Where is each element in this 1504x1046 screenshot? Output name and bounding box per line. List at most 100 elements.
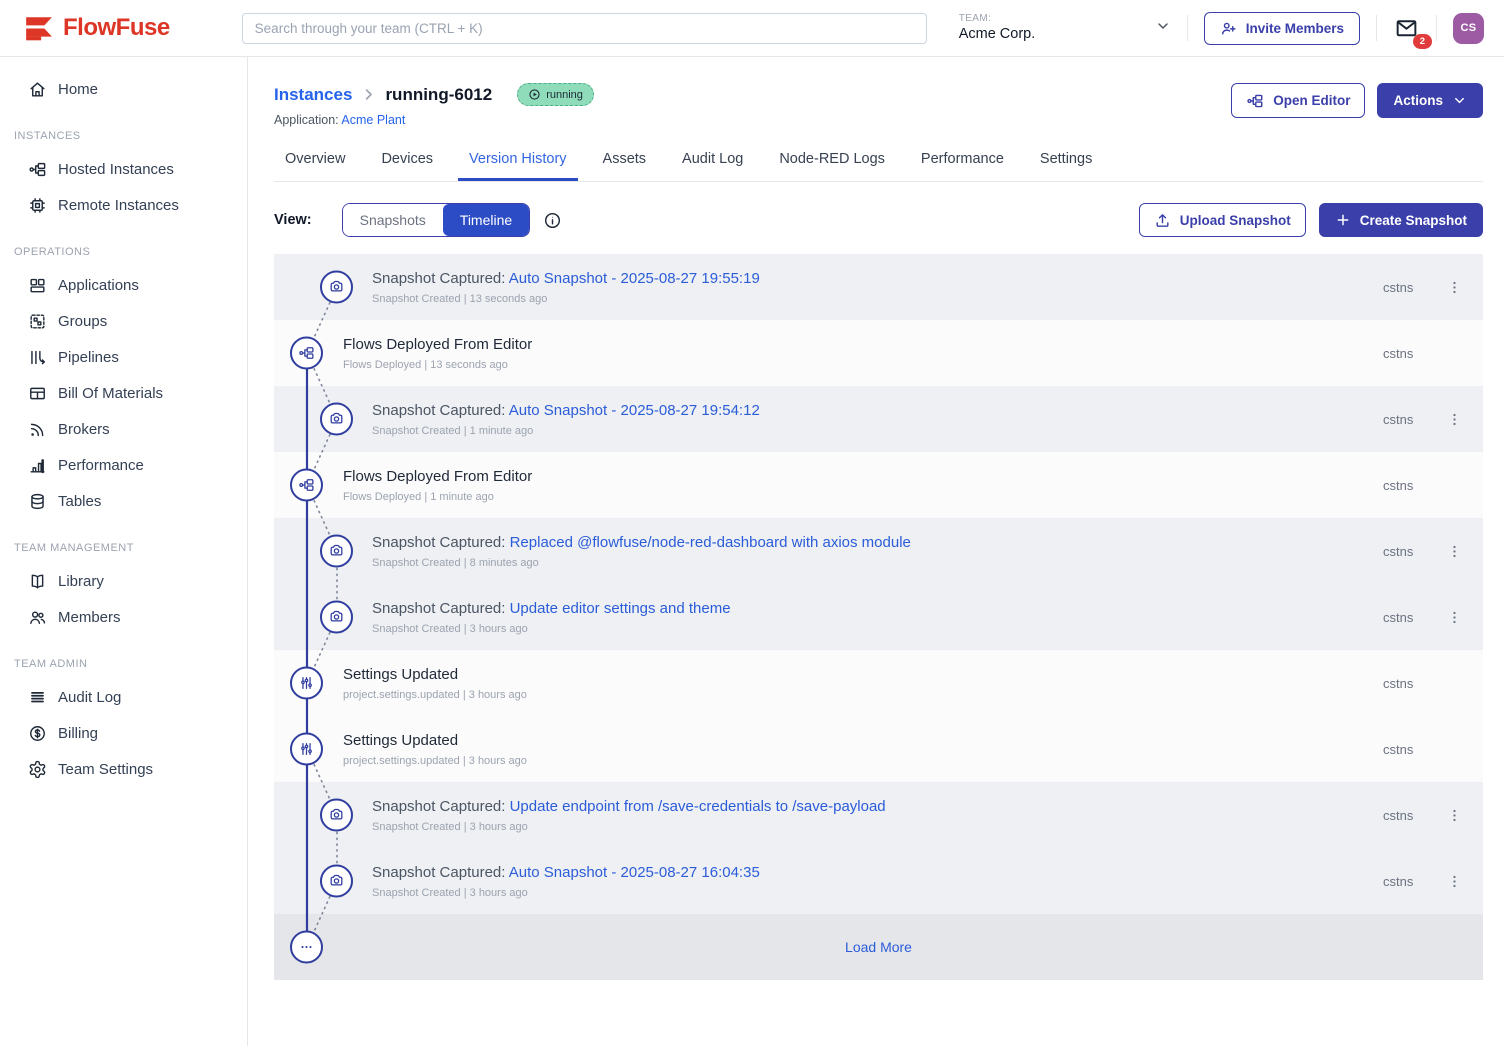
timeline-row: Snapshot Captured: Auto Snapshot - 2025-… [274,386,1483,452]
breadcrumb-instances-link[interactable]: Instances [274,85,352,105]
tab-audit-log[interactable]: Audit Log [671,142,754,181]
chip-icon [28,196,47,215]
snapshot-link[interactable]: Replaced @flowfuse/node-red-dashboard wi… [510,534,911,551]
tab-performance[interactable]: Performance [910,142,1015,181]
upload-snapshot-button[interactable]: Upload Snapshot [1139,203,1306,237]
event-meta: Flows Deployed | 1 minute ago [343,491,1383,503]
flow-icon [1246,92,1264,110]
sidebar-item-label: Pipelines [58,349,119,366]
pipelines-icon [28,348,47,367]
snapshot-link[interactable]: Auto Snapshot - 2025-08-27 16:04:35 [509,864,760,881]
brokers-icon [28,420,47,439]
snapshot-captured-label: Snapshot Captured: [372,864,509,881]
bom-icon [28,384,47,403]
sidebar-item-brokers[interactable]: Brokers [0,411,247,447]
sidebar: HomeINSTANCESHosted InstancesRemote Inst… [0,57,248,1046]
event-title: Flows Deployed From Editor [343,468,532,485]
actions-button[interactable]: Actions [1377,83,1483,118]
tab-assets[interactable]: Assets [592,142,658,181]
billing-icon [28,724,47,743]
chevron-right-icon [361,87,376,102]
event-title: Settings Updated [343,666,458,683]
load-more-link[interactable]: Load More [274,939,1483,955]
timeline-row: Snapshot Captured: Replaced @flowfuse/no… [274,518,1483,584]
sidebar-item-library[interactable]: Library [0,563,247,599]
tab-settings[interactable]: Settings [1029,142,1103,181]
row-menu-button[interactable] [1441,802,1467,828]
event-meta: Snapshot Created | 3 hours ago [372,887,1383,899]
application-link[interactable]: Acme Plant [341,113,405,127]
team-selector[interactable]: TEAM: Acme Corp. [959,13,1171,44]
sidebar-item-billing[interactable]: Billing [0,715,247,751]
snapshot-captured-label: Snapshot Captured: [372,270,509,287]
event-meta: Snapshot Created | 1 minute ago [372,425,1383,437]
user-avatar[interactable]: CS [1453,13,1484,44]
sidebar-section-operations: OPERATIONS [0,246,247,258]
notifications-button[interactable]: 2 [1393,16,1420,41]
tab-version-history[interactable]: Version History [458,142,578,181]
snapshot-link[interactable]: Update endpoint from /save-credentials t… [510,798,886,815]
search-input[interactable] [242,13,927,44]
sidebar-item-label: Groups [58,313,107,330]
apps-icon [28,276,47,295]
sidebar-item-remote-instances[interactable]: Remote Instances [0,187,247,223]
create-snapshot-button[interactable]: Create Snapshot [1319,203,1483,237]
info-icon[interactable] [543,211,562,230]
tab-node-red-logs[interactable]: Node-RED Logs [768,142,896,181]
camera-icon [320,271,353,304]
snapshot-link[interactable]: Auto Snapshot - 2025-08-27 19:54:12 [509,402,760,419]
page-title: running-6012 [385,85,492,105]
snapshot-link[interactable]: Auto Snapshot - 2025-08-27 19:55:19 [509,270,760,287]
settings-icon [28,760,47,779]
open-editor-button[interactable]: Open Editor [1231,83,1365,118]
load-more-row: Load More [274,914,1483,980]
toggle-snapshots[interactable]: Snapshots [343,204,443,236]
timeline-row: Snapshot Captured: Auto Snapshot - 2025-… [274,254,1483,320]
sidebar-item-label: Brokers [58,421,110,438]
row-menu-button[interactable] [1441,868,1467,894]
sidebar-item-audit-log[interactable]: Audit Log [0,679,247,715]
invite-members-button[interactable]: Invite Members [1204,12,1360,45]
sidebar-item-label: Tables [58,493,101,510]
snapshot-link[interactable]: Update editor settings and theme [510,600,731,617]
row-user: cstns [1383,544,1429,559]
row-user: cstns [1383,742,1429,757]
sidebar-item-bill-of-materials[interactable]: Bill Of Materials [0,375,247,411]
sidebar-item-pipelines[interactable]: Pipelines [0,339,247,375]
row-user: cstns [1383,280,1429,295]
sidebar-item-members[interactable]: Members [0,599,247,635]
application-label: Application: [274,113,339,127]
row-menu-button[interactable] [1441,604,1467,630]
breadcrumb: Instances running-6012 running [274,83,594,106]
sidebar-item-applications[interactable]: Applications [0,267,247,303]
sidebar-item-label: Home [58,81,98,98]
sidebar-item-tables[interactable]: Tables [0,483,247,519]
sidebar-section-team-admin: TEAM ADMIN [0,658,247,670]
timeline-row: Snapshot Captured: Update endpoint from … [274,782,1483,848]
flowfuse-logo[interactable]: FlowFuse [24,14,170,42]
invite-members-label: Invite Members [1246,21,1344,36]
sidebar-item-home[interactable]: Home [0,71,247,107]
sidebar-item-performance[interactable]: Performance [0,447,247,483]
groups-icon [28,312,47,331]
sidebar-item-label: Performance [58,457,144,474]
sidebar-item-label: Hosted Instances [58,161,174,178]
row-menu-button[interactable] [1441,538,1467,564]
toggle-timeline[interactable]: Timeline [443,204,529,236]
sidebar-item-team-settings[interactable]: Team Settings [0,751,247,787]
tab-overview[interactable]: Overview [274,142,356,181]
sidebar-item-groups[interactable]: Groups [0,303,247,339]
sidebar-item-label: Bill Of Materials [58,385,163,402]
deploy-flow-icon [290,337,323,370]
status-label: running [546,89,583,101]
auditlog-icon [28,688,47,707]
timeline-row: Settings Updatedproject.settings.updated… [274,716,1483,782]
row-menu-button[interactable] [1441,274,1467,300]
row-menu-button[interactable] [1441,406,1467,432]
sidebar-item-hosted-instances[interactable]: Hosted Instances [0,151,247,187]
brand-name: FlowFuse [63,14,170,42]
timeline-row: Snapshot Captured: Update editor setting… [274,584,1483,650]
tab-devices[interactable]: Devices [370,142,444,181]
team-label: TEAM: [959,13,1036,26]
home-icon [28,80,47,99]
